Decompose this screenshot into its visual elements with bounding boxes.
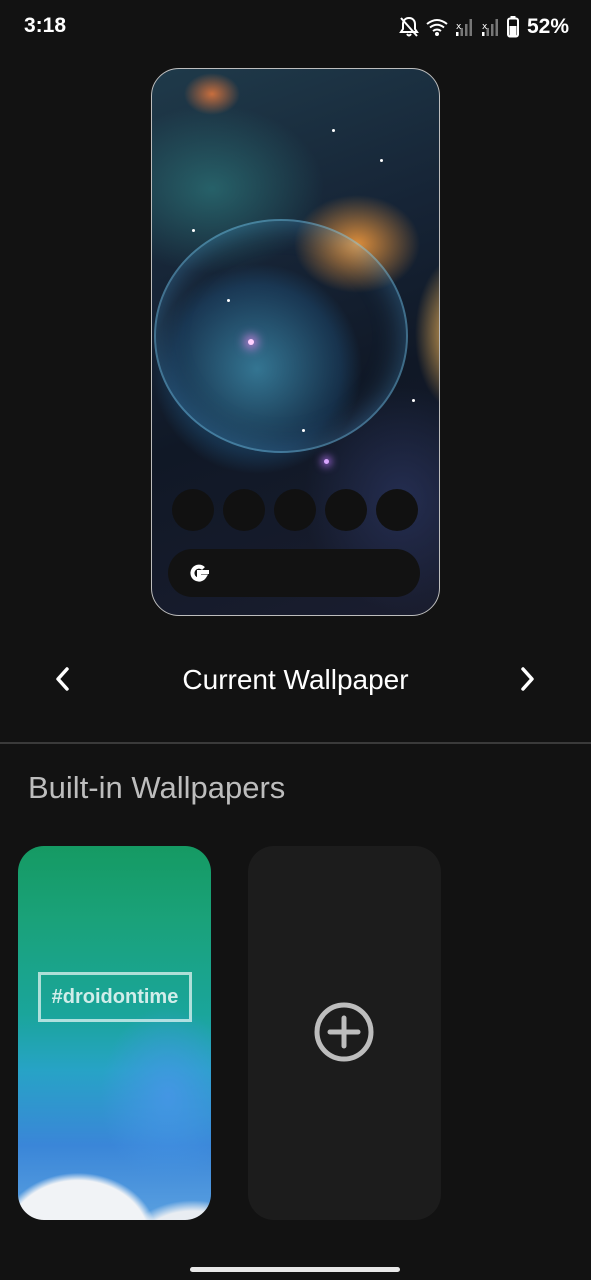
dock-icon-placeholder (274, 489, 316, 531)
star (227, 299, 230, 302)
wallpaper-nav: Current Wallpaper (0, 652, 591, 708)
star (302, 429, 305, 432)
dock-icon-placeholder (325, 489, 367, 531)
battery-icon (506, 16, 519, 38)
status-bar: 3:18 x x 52% (0, 0, 591, 54)
star (332, 129, 335, 132)
dock-icon-placeholder (376, 489, 418, 531)
nav-title: Current Wallpaper (182, 664, 409, 695)
screen: 3:18 x x 52% Current Wallpaper Built-in … (0, 0, 591, 1280)
star (192, 229, 195, 232)
wallpaper-preview[interactable] (151, 68, 440, 616)
search-bar-preview (168, 549, 420, 597)
svg-text:x: x (456, 22, 462, 32)
home-indicator[interactable] (190, 1267, 400, 1272)
wifi-icon (425, 17, 449, 37)
dock-icon-placeholder (172, 489, 214, 531)
violet-star (324, 459, 329, 464)
bell-off-icon (399, 16, 419, 38)
google-g-icon (184, 559, 214, 594)
divider (0, 742, 591, 744)
wallpaper-thumbnail[interactable]: #droidontime (18, 846, 211, 1220)
add-circle-icon (313, 1001, 375, 1068)
signal-icon: x (455, 17, 475, 37)
add-wallpaper-button[interactable] (248, 846, 441, 1220)
status-icons: x x 52% (399, 12, 569, 42)
dock-icons (172, 489, 418, 531)
signal-icon: x (481, 17, 501, 37)
dock-icon-placeholder (223, 489, 265, 531)
chevron-right-icon[interactable] (512, 664, 542, 694)
section-title: Built-in Wallpapers (28, 770, 286, 805)
nebula-bubble (154, 219, 408, 453)
battery-percentage: 52% (526, 15, 569, 38)
bright-star (248, 339, 254, 345)
star (380, 159, 383, 162)
wallpaper-watermark: #droidontime (38, 972, 192, 1022)
status-time: 3:18 (24, 14, 67, 37)
svg-text:x: x (482, 22, 488, 32)
star (412, 399, 415, 402)
